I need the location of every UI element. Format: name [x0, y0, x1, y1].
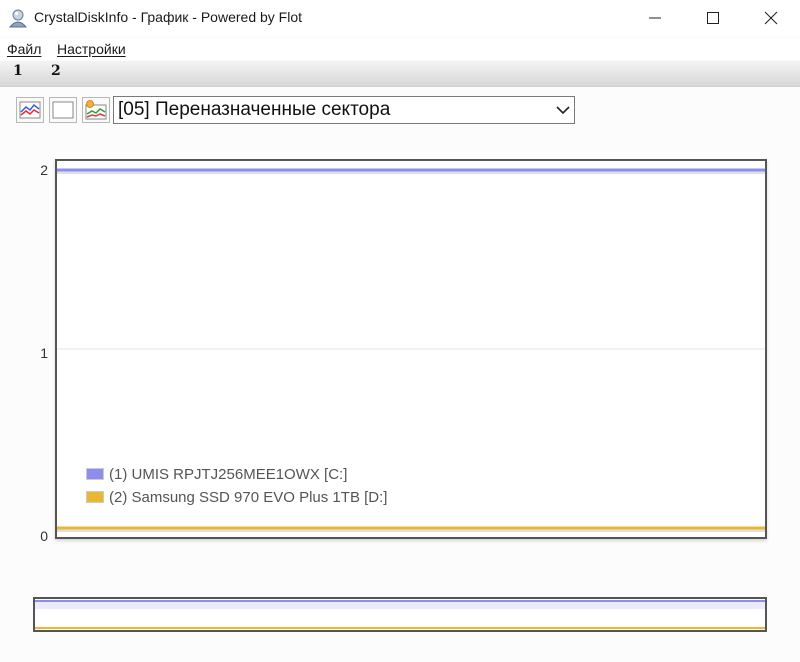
legend-label-2: (2) Samsung SSD 970 EVO Plus 1TB [D:] — [109, 489, 388, 506]
graph-custom-icon — [85, 100, 107, 120]
close-icon — [764, 11, 778, 25]
app-icon — [8, 9, 28, 28]
menu-settings[interactable]: Настройки — [57, 41, 126, 57]
overview-fill — [35, 601, 765, 609]
maximize-button[interactable] — [684, 0, 742, 36]
menu-file[interactable]: Файл — [7, 41, 41, 57]
disk-tab-bar: 1 2 — [0, 61, 800, 87]
close-button[interactable] — [742, 0, 800, 36]
chevron-down-icon — [556, 106, 570, 115]
minimize-button[interactable] — [626, 0, 684, 36]
attribute-select-value: [05] Переназначенные сектора — [118, 99, 391, 120]
overview-chart[interactable] — [33, 597, 767, 632]
show-all-button[interactable] — [16, 97, 44, 123]
window-title: CrystalDiskInfo - График - Powered by Fl… — [34, 9, 303, 25]
title-bar: CrystalDiskInfo - График - Powered by Fl… — [0, 0, 800, 36]
legend-item-1: (1) UMIS RPJTJ256MEE1OWX [C:] — [86, 466, 347, 483]
graph-none-icon — [52, 101, 74, 119]
tab-disk-2[interactable]: 2 — [51, 63, 61, 79]
maximize-icon — [707, 12, 719, 24]
overview-svg — [35, 600, 765, 629]
graph-all-icon — [19, 101, 41, 119]
attribute-select[interactable]: [05] Переназначенные сектора — [113, 96, 575, 124]
legend-swatch-2 — [86, 491, 104, 503]
y-tick-label: 1 — [40, 345, 48, 361]
y-tick-label: 0 — [40, 528, 48, 544]
legend-swatch-1 — [86, 468, 104, 480]
tab-disk-1[interactable]: 1 — [13, 63, 23, 79]
legend-label-1: (1) UMIS RPJTJ256MEE1OWX [C:] — [109, 466, 348, 483]
custom-graph-button[interactable] — [82, 97, 110, 123]
legend-item-2: (2) Samsung SSD 970 EVO Plus 1TB [D:] — [86, 489, 387, 506]
minimize-icon — [649, 17, 661, 19]
show-none-button[interactable] — [49, 97, 77, 123]
y-tick-label: 2 — [40, 162, 48, 178]
menu-bar: Файл Настройки — [0, 38, 800, 60]
